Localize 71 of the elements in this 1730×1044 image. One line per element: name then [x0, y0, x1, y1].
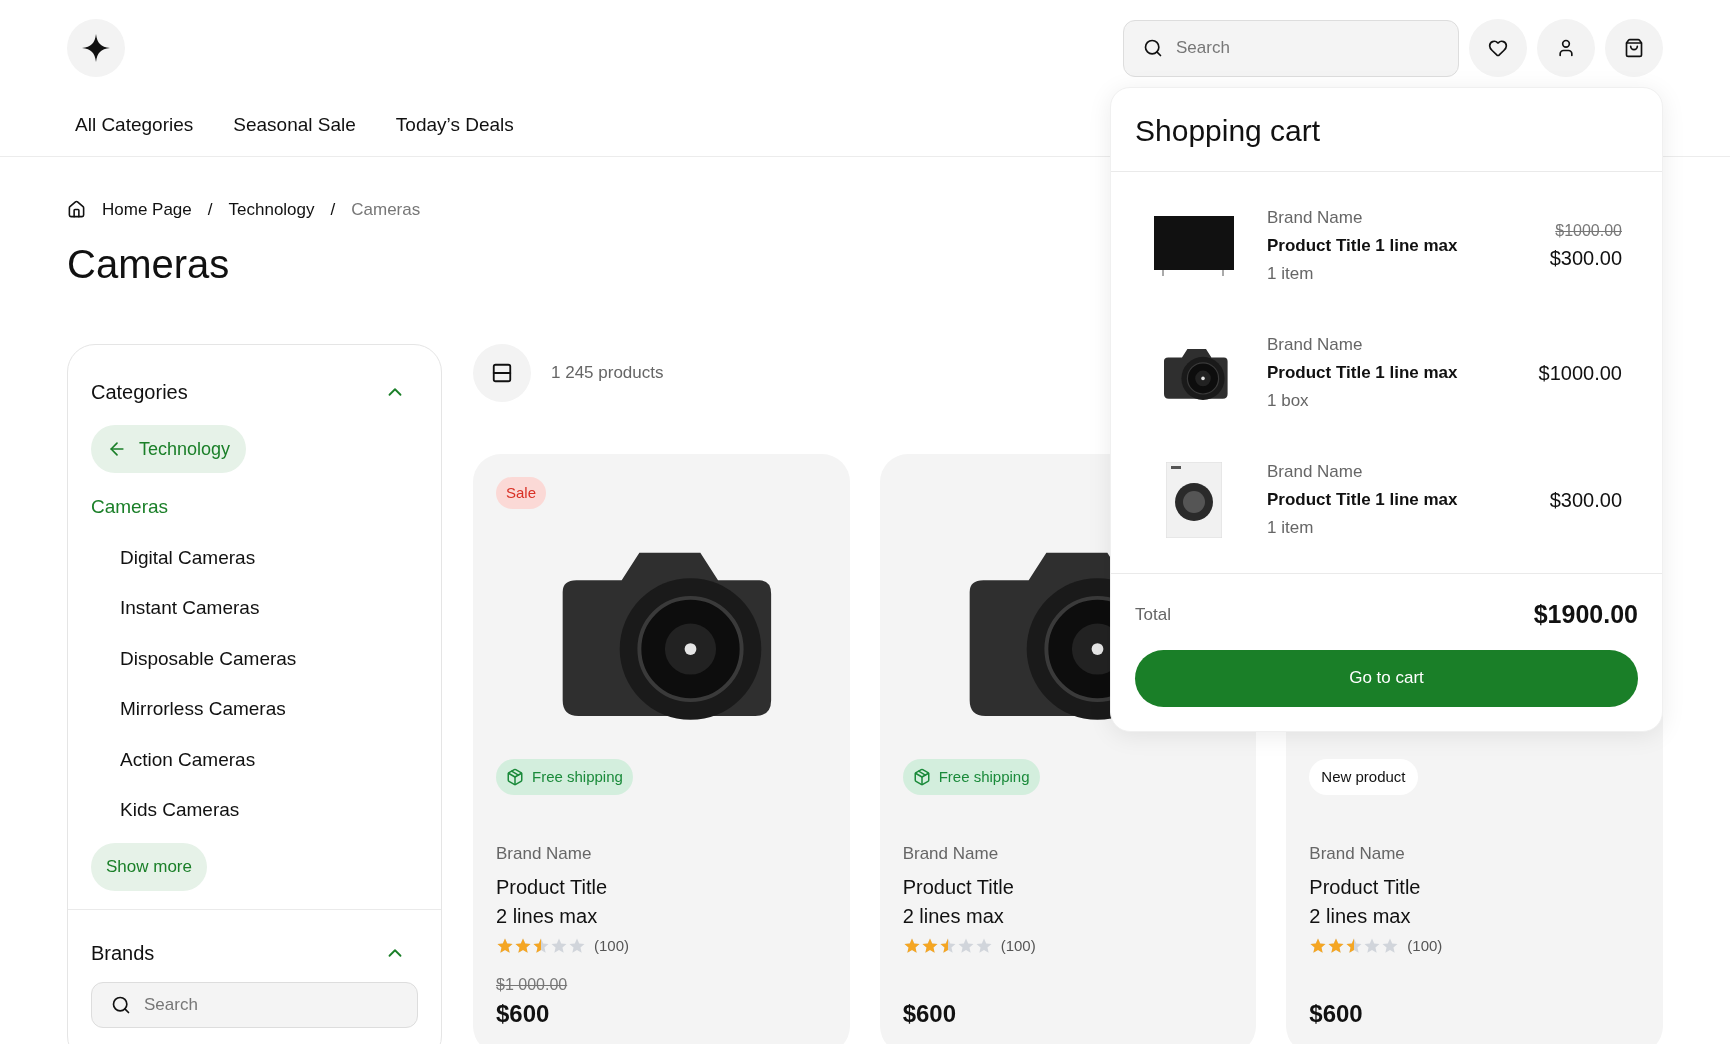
section-title: Categories [91, 380, 188, 405]
free-shipping-badge: Free shipping [496, 759, 633, 795]
nav-link[interactable]: Seasonal Sale [233, 111, 356, 140]
product-title: Product Title [1309, 874, 1422, 900]
old-price: $1000.00 [1555, 220, 1622, 241]
product-price: $600 [902, 999, 958, 1029]
box-icon [506, 768, 524, 786]
heart-icon [1488, 38, 1508, 58]
product-title: 2 lines max [496, 903, 599, 929]
bag-icon [1624, 38, 1644, 58]
brand-name: Brand Name [1309, 843, 1406, 865]
product-price: $600 [1309, 999, 1364, 1029]
user-icon [1556, 38, 1576, 58]
product-title: 2 lines max [1309, 903, 1412, 929]
category-link[interactable]: Mirrorless Cameras [120, 695, 286, 724]
brand-name: Brand Name [1267, 460, 1364, 483]
quantity: 1 item [1267, 262, 1315, 285]
brand-name: Brand Name [1267, 206, 1364, 229]
item-price: $300.00 [1549, 487, 1622, 513]
product-title: Product Title [902, 874, 1015, 900]
cart-title: Shopping cart [1111, 88, 1662, 172]
home-icon [67, 199, 86, 219]
product-title: Product Title 1 line max [1267, 488, 1459, 511]
quantity: 1 item [1267, 516, 1315, 539]
new-product-badge: New product [1309, 759, 1418, 795]
review-count: (100) [1407, 935, 1443, 956]
sale-badge: Sale [496, 477, 547, 509]
go-to-cart-button[interactable]: Go to cart [1135, 649, 1638, 707]
product-title: 2 lines max [902, 903, 1005, 929]
category-link[interactable]: Digital Cameras [120, 543, 256, 572]
page-title: Cameras [67, 241, 230, 288]
category-link[interactable]: Kids Cameras [120, 796, 240, 825]
box-icon [912, 768, 931, 786]
brand-name: Brand Name [902, 843, 1000, 865]
breadcrumb-separator: / [207, 198, 213, 221]
search-icon [111, 994, 131, 1015]
sparkle-icon [82, 34, 110, 62]
rows-icon [491, 362, 513, 384]
category-link[interactable]: Action Cameras [120, 745, 256, 774]
product-title: Product Title 1 line max [1267, 361, 1459, 384]
nav-link[interactable]: Today’s Deals [395, 111, 514, 140]
breadcrumb-separator: / [330, 198, 336, 221]
category-link[interactable]: Disposable Cameras [120, 644, 297, 673]
brand-name: Brand Name [1267, 333, 1364, 356]
show-more-button[interactable]: Show more [91, 842, 207, 891]
product-price: $600 [496, 999, 551, 1029]
review-count: (100) [1000, 935, 1036, 956]
back-category-button[interactable]: Technology [91, 425, 247, 473]
item-price: $300.00 [1549, 245, 1622, 271]
review-count: (100) [594, 935, 630, 956]
breadcrumb-link[interactable]: Home Page [102, 196, 192, 222]
brand-search-field[interactable]: Search [91, 981, 418, 1028]
current-category: Cameras [91, 495, 169, 519]
section-title: Brands [91, 940, 155, 966]
total-label: Total [1135, 604, 1171, 626]
breadcrumb-link[interactable]: Cameras [351, 196, 421, 222]
product-count: 1 245 products [551, 362, 664, 385]
brand-name: Brand Name [496, 843, 593, 865]
quantity: 1 box [1267, 389, 1310, 412]
product-title: Product Title [496, 874, 609, 900]
total-price: $1900.00 [1533, 599, 1638, 630]
item-price: $1000.00 [1538, 360, 1622, 386]
search-icon [1143, 37, 1163, 58]
free-shipping-badge: Free shipping [902, 759, 1040, 795]
product-card[interactable]: Sale Free shipping Brand Name Product Title 2 lines max (100) $1 000.00 $600 [473, 454, 850, 1044]
nav-link[interactable]: All Categories [75, 111, 194, 140]
breadcrumb-link[interactable]: Technology [228, 196, 315, 222]
category-link[interactable]: Instant Cameras [120, 594, 260, 623]
product-title: Product Title 1 line max [1267, 234, 1459, 257]
search-field[interactable]: Search [1123, 19, 1459, 77]
old-price: $1 000.00 [496, 976, 568, 993]
